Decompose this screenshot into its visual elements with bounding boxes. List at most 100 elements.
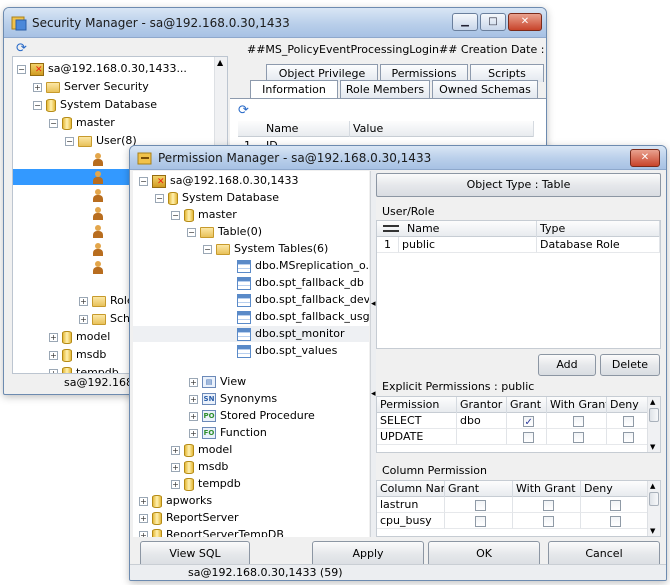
tree-node-user[interactable]: − User(8) [65, 133, 137, 149]
perm-col-grant[interactable]: Grant [507, 397, 547, 413]
collapse-icon[interactable]: − [187, 227, 196, 237]
col-row-with-grant[interactable] [513, 497, 581, 513]
expand-icon[interactable]: + [189, 428, 198, 438]
tree-node-synonyms[interactable]: + SN Synonyms [189, 391, 277, 407]
perm-col-with-grant[interactable]: With Grant [547, 397, 607, 413]
perm-col-grantor[interactable]: Grantor [457, 397, 507, 413]
col-row-name[interactable]: cpu_busy [377, 513, 445, 529]
tree-node-apworks[interactable]: + apworks [139, 493, 212, 509]
col-row-deny[interactable] [581, 513, 648, 529]
tree-user-item[interactable] [93, 223, 107, 239]
tree-table-item[interactable]: dbo.spt_fallback_db [237, 275, 364, 291]
delete-button[interactable]: Delete [600, 354, 660, 376]
collapse-icon[interactable]: − [49, 118, 58, 128]
grant-checkbox[interactable] [474, 515, 486, 527]
perm-grid-scrollbar[interactable]: ▲ ▼ [647, 397, 660, 452]
perm-col-permission[interactable]: Permission [377, 397, 457, 413]
user-row-name[interactable]: public [399, 237, 537, 253]
splitter-arrow-icon[interactable]: ◂ [371, 389, 376, 399]
expand-icon[interactable]: + [49, 350, 58, 360]
perm-col-deny[interactable]: Deny [607, 397, 648, 413]
tree-node-model[interactable]: + model [49, 329, 110, 345]
scroll-up-icon[interactable]: ▲ [650, 398, 655, 406]
tree-node-msdb[interactable]: + msdb [49, 347, 106, 363]
perm-row-with-grant[interactable] [547, 413, 607, 429]
collapse-icon[interactable]: − [171, 210, 180, 220]
info-col-name[interactable]: Name [238, 121, 350, 137]
perm-row-permission[interactable]: UPDATE [377, 429, 457, 445]
tree-node-table[interactable]: − Table(0) [187, 224, 262, 240]
expand-icon[interactable]: + [139, 496, 148, 506]
tree-table-item[interactable]: dbo.MSreplication_o... [237, 258, 369, 274]
tree-node-stored-procedure[interactable]: + PO Stored Procedure [189, 408, 315, 424]
perm-row-grant[interactable] [507, 429, 547, 445]
expand-icon[interactable]: + [79, 314, 88, 324]
info-refresh-icon[interactable]: ⟳ [238, 103, 249, 118]
maximize-button[interactable]: □ [480, 13, 506, 31]
collapse-icon[interactable]: − [139, 176, 148, 186]
col-row-with-grant[interactable] [513, 513, 581, 529]
tree-node-system-database[interactable]: − System Database [155, 190, 279, 206]
tree-table-item[interactable]: dbo.spt_fallback_usg [237, 309, 369, 325]
collapse-icon[interactable]: − [17, 64, 26, 74]
grant-checkbox[interactable] [522, 415, 534, 428]
tree-node-tempdb[interactable]: + tempdb [171, 476, 241, 492]
scroll-thumb[interactable] [649, 492, 659, 506]
tree-table-item-selected[interactable]: dbo.spt_monitor [133, 326, 369, 342]
expand-icon[interactable]: + [189, 411, 198, 421]
with-grant-checkbox[interactable] [542, 515, 554, 527]
scroll-down-icon[interactable]: ▼ [650, 443, 655, 451]
security-manager-titlebar[interactable]: Security Manager - sa@192.168.0.30,1433 … [4, 8, 546, 38]
col-col-with-grant[interactable]: With Grant [513, 481, 581, 497]
close-button[interactable]: ✕ [630, 149, 660, 167]
expand-icon[interactable]: + [33, 82, 42, 92]
expand-icon[interactable]: + [171, 445, 180, 455]
user-row-type[interactable]: Database Role [537, 237, 660, 253]
col-col-column-name[interactable]: Column Name [377, 481, 445, 497]
tab-information[interactable]: Information [250, 80, 338, 98]
add-button[interactable]: Add [538, 354, 596, 376]
with-grant-checkbox[interactable] [542, 499, 554, 511]
tree-node-system-database[interactable]: − System Database [33, 97, 157, 113]
grant-checkbox[interactable] [522, 431, 534, 443]
tree-node-reportservertempdb[interactable]: + ReportServerTempDB [139, 527, 284, 537]
tree-user-item[interactable] [93, 241, 107, 257]
close-button[interactable]: ✕ [508, 13, 542, 31]
tree-node-master[interactable]: − master [49, 115, 115, 131]
tree-node-function[interactable]: + FO Function [189, 425, 267, 441]
tree-user-item[interactable] [93, 259, 107, 275]
expand-icon[interactable]: + [189, 377, 198, 387]
perm-row-deny[interactable] [607, 413, 648, 429]
expand-icon[interactable]: + [139, 530, 148, 537]
tree-node-server[interactable]: −sa@192.168.0.30,1433... [17, 61, 187, 77]
tree-node-master[interactable]: − master [171, 207, 237, 223]
col-col-deny[interactable]: Deny [581, 481, 648, 497]
scroll-up-icon[interactable]: ▲ [650, 482, 655, 490]
permission-manager-titlebar[interactable]: Permission Manager - sa@192.168.0.30,143… [130, 146, 666, 170]
tree-node-model[interactable]: + model [171, 442, 232, 458]
col-row-name[interactable]: lastrun [377, 497, 445, 513]
minimize-button[interactable]: ▁ [452, 13, 478, 31]
perm-row-grant[interactable] [507, 413, 547, 429]
perm-row-grantor[interactable] [457, 429, 507, 445]
deny-checkbox[interactable] [623, 415, 634, 427]
tree-user-item[interactable] [93, 205, 107, 221]
tree-node-server-security[interactable]: + Server Security [33, 79, 149, 95]
collapse-icon[interactable]: − [65, 136, 74, 146]
tree-node-reportserver[interactable]: + ReportServer [139, 510, 239, 526]
col-col-grant[interactable]: Grant [445, 481, 513, 497]
user-col-type[interactable]: Type [537, 221, 660, 237]
deny-checkbox[interactable] [623, 431, 634, 443]
tree-node-server[interactable]: −sa@192.168.0.30,1433 [139, 173, 298, 189]
tab-role-members[interactable]: Role Members [340, 80, 430, 98]
refresh-icon[interactable]: ⟳ [16, 41, 27, 56]
user-col-name[interactable]: Name [377, 221, 537, 237]
perm-row-deny[interactable] [607, 429, 648, 445]
collapse-icon[interactable]: − [155, 193, 164, 203]
tab-owned-schemas[interactable]: Owned Schemas [432, 80, 538, 98]
with-grant-checkbox[interactable] [572, 415, 584, 427]
col-grid-scrollbar[interactable]: ▲ ▼ [647, 481, 660, 536]
grant-checkbox[interactable] [474, 499, 486, 511]
expand-icon[interactable]: + [49, 368, 58, 373]
info-col-value[interactable]: Value [350, 121, 534, 137]
